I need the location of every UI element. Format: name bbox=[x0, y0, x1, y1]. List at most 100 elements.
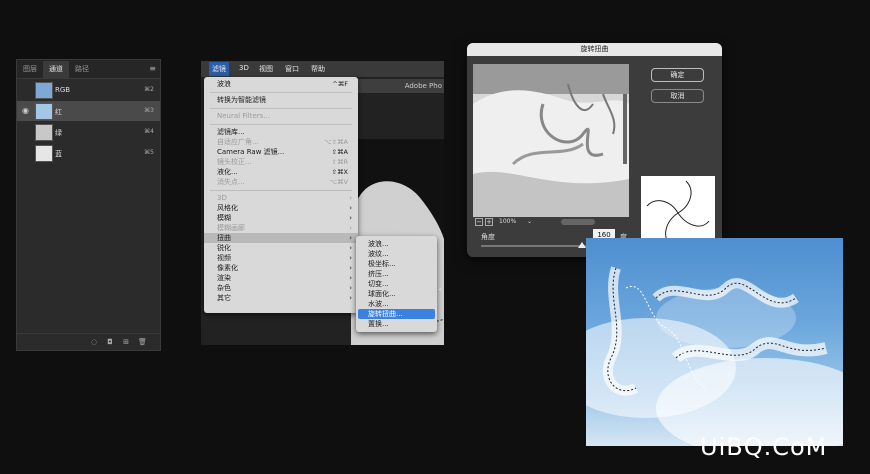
menu-item-label: Camera Raw 滤镜... bbox=[217, 148, 285, 156]
menu-item-label: 切变... bbox=[368, 280, 389, 288]
submenu-arrow-icon: › bbox=[349, 244, 352, 252]
filter-menu-item[interactable]: 液化... ⇧⌘X bbox=[204, 167, 358, 177]
filter-menu-item[interactable]: 扭曲 › bbox=[204, 233, 358, 243]
submenu-arrow-icon: › bbox=[349, 254, 352, 262]
twirl-dialog: 旋转扭曲 − + 100% ⌄ 确定 取消 角度 160 度 bbox=[467, 43, 722, 257]
watermark: UiBQ.CoM bbox=[700, 433, 828, 461]
zoom-out-button[interactable]: − bbox=[475, 218, 483, 226]
zoom-level: 100% bbox=[499, 218, 517, 225]
submenu-arrow-icon: › bbox=[349, 294, 352, 302]
filter-menu-item[interactable]: 像素化 › bbox=[204, 263, 358, 273]
channel-row[interactable]: RGB ⌘2 bbox=[17, 80, 160, 100]
filter-menu-item: 3D › bbox=[204, 193, 358, 203]
menu-bar: 滤镜 3D 视图 窗口 帮助 bbox=[201, 61, 444, 77]
panel-menu-icon[interactable]: ≡ bbox=[149, 64, 156, 73]
ok-button[interactable]: 确定 bbox=[651, 68, 704, 82]
menu-item-label: 渲染 bbox=[217, 274, 231, 282]
menu-item-label: 挤压... bbox=[368, 270, 389, 278]
menu-item-shortcut: ⌥⇧⌘A bbox=[324, 138, 348, 146]
submenu-arrow-icon: › bbox=[349, 234, 352, 242]
filter-menu-item[interactable]: 其它 › bbox=[204, 293, 358, 303]
menu-item-label: 3D bbox=[217, 194, 227, 202]
filter-menu-item[interactable]: 风格化 › bbox=[204, 203, 358, 213]
tab-layers[interactable]: 图层 bbox=[17, 61, 43, 78]
distort-menu-item[interactable]: 挤压... bbox=[358, 269, 435, 279]
eye-icon[interactable] bbox=[22, 128, 30, 136]
menu-item-label: 波纹... bbox=[368, 250, 389, 258]
menu-separator bbox=[210, 108, 352, 109]
channel-shortcut: ⌘2 bbox=[144, 86, 154, 93]
channel-row[interactable]: 绿 ⌘4 bbox=[17, 122, 160, 142]
app-title: Adobe Pho bbox=[351, 79, 444, 93]
submenu-arrow-icon: › bbox=[349, 204, 352, 212]
filter-menu-item[interactable]: 滤镜库... bbox=[204, 127, 358, 137]
channel-name: 红 bbox=[55, 108, 62, 116]
filter-menu-item[interactable]: 锐化 › bbox=[204, 243, 358, 253]
eye-icon[interactable] bbox=[22, 149, 30, 157]
channel-thumbnail bbox=[35, 145, 53, 162]
dialog-preview[interactable] bbox=[473, 64, 629, 217]
channel-name: 蓝 bbox=[55, 150, 62, 158]
eye-icon[interactable]: ◉ bbox=[22, 107, 30, 115]
angle-label: 角度 bbox=[481, 233, 495, 241]
menu-item-label: 水波... bbox=[368, 300, 389, 308]
channel-row[interactable]: 蓝 ⌘5 bbox=[17, 143, 160, 163]
angle-slider-thumb[interactable] bbox=[577, 242, 586, 248]
filter-menu-item[interactable]: 模糊 › bbox=[204, 213, 358, 223]
filter-menu-item: 消失点... ⌥⌘V bbox=[204, 177, 358, 187]
filter-menu-item: 模糊画廊 › bbox=[204, 223, 358, 233]
menu-separator bbox=[210, 190, 352, 191]
distort-menu-item[interactable]: 置换... bbox=[358, 319, 435, 329]
menu-item-label: 极坐标... bbox=[368, 260, 396, 268]
channel-row[interactable]: ◉ 红 ⌘3 bbox=[17, 101, 160, 121]
tab-paths[interactable]: 路径 bbox=[69, 61, 95, 78]
channel-shortcut: ⌘5 bbox=[144, 149, 154, 156]
cancel-button[interactable]: 取消 bbox=[651, 89, 704, 103]
delete-channel-icon[interactable]: 🗑 bbox=[138, 338, 147, 346]
menu-3d[interactable]: 3D bbox=[239, 64, 249, 72]
panel-tabs: 图层 通道 路径 bbox=[17, 60, 160, 79]
load-selection-icon[interactable]: ◌ bbox=[90, 338, 98, 346]
filter-menu-item[interactable]: 视频 › bbox=[204, 253, 358, 263]
menu-view[interactable]: 视图 bbox=[259, 64, 273, 74]
new-channel-icon[interactable]: ⊞ bbox=[122, 338, 130, 346]
menu-filter[interactable]: 滤镜 bbox=[209, 62, 229, 76]
zoom-dropdown-icon[interactable]: ⌄ bbox=[527, 217, 532, 227]
submenu-arrow-icon: › bbox=[349, 284, 352, 292]
distort-menu-item[interactable]: 旋转扭曲... bbox=[358, 309, 435, 319]
tab-channels[interactable]: 通道 bbox=[43, 61, 69, 78]
menu-item-shortcut: ⇧⌘R bbox=[331, 158, 348, 166]
distort-submenu: 波浪... 波纹... 极坐标... 挤压... 切变... 球面化... 水波... 旋转扭… bbox=[356, 236, 437, 332]
channel-thumbnail bbox=[35, 103, 53, 120]
distort-menu-item[interactable]: 极坐标... bbox=[358, 259, 435, 269]
zoom-in-button[interactable]: + bbox=[485, 218, 493, 226]
zoom-bar: − + 100% ⌄ bbox=[473, 217, 629, 227]
channel-shortcut: ⌘3 bbox=[144, 107, 154, 114]
filter-menu-item[interactable]: 波浪 ^⌘F bbox=[204, 79, 358, 89]
filter-menu-item[interactable]: 转换为智能滤镜 bbox=[204, 95, 358, 105]
menu-item-label: 滤镜库... bbox=[217, 128, 245, 136]
menu-separator bbox=[210, 92, 352, 93]
distort-menu-item[interactable]: 切变... bbox=[358, 279, 435, 289]
filter-menu-item[interactable]: 渲染 › bbox=[204, 273, 358, 283]
distort-menu-item[interactable]: 波纹... bbox=[358, 249, 435, 259]
filter-dropdown: 波浪 ^⌘F 转换为智能滤镜 Neural Filters... 滤镜库... 自适应广角… bbox=[204, 77, 358, 313]
save-selection-icon[interactable]: ◘ bbox=[106, 338, 114, 346]
menu-window[interactable]: 窗口 bbox=[285, 64, 299, 74]
filter-menu-item[interactable]: Camera Raw 滤镜... ⇧⌘A bbox=[204, 147, 358, 157]
distort-menu-item[interactable]: 球面化... bbox=[358, 289, 435, 299]
menu-help[interactable]: 帮助 bbox=[311, 64, 325, 74]
filter-menu-item: 自适应广角... ⌥⇧⌘A bbox=[204, 137, 358, 147]
menu-item-shortcut: ⇧⌘A bbox=[331, 148, 348, 156]
filter-menu-item: 镜头校正... ⇧⌘R bbox=[204, 157, 358, 167]
menu-separator bbox=[210, 124, 352, 125]
preview-scrollbar[interactable] bbox=[561, 219, 595, 225]
channels-footer: ◌ ◘ ⊞ 🗑 bbox=[17, 333, 160, 350]
eye-icon[interactable] bbox=[22, 86, 30, 94]
channel-shortcut: ⌘4 bbox=[144, 128, 154, 135]
filter-menu-item[interactable]: 杂色 › bbox=[204, 283, 358, 293]
filter-menu-item: Neural Filters... bbox=[204, 111, 358, 121]
distort-menu-item[interactable]: 波浪... bbox=[358, 239, 435, 249]
menu-item-label: 视频 bbox=[217, 254, 231, 262]
distort-menu-item[interactable]: 水波... bbox=[358, 299, 435, 309]
